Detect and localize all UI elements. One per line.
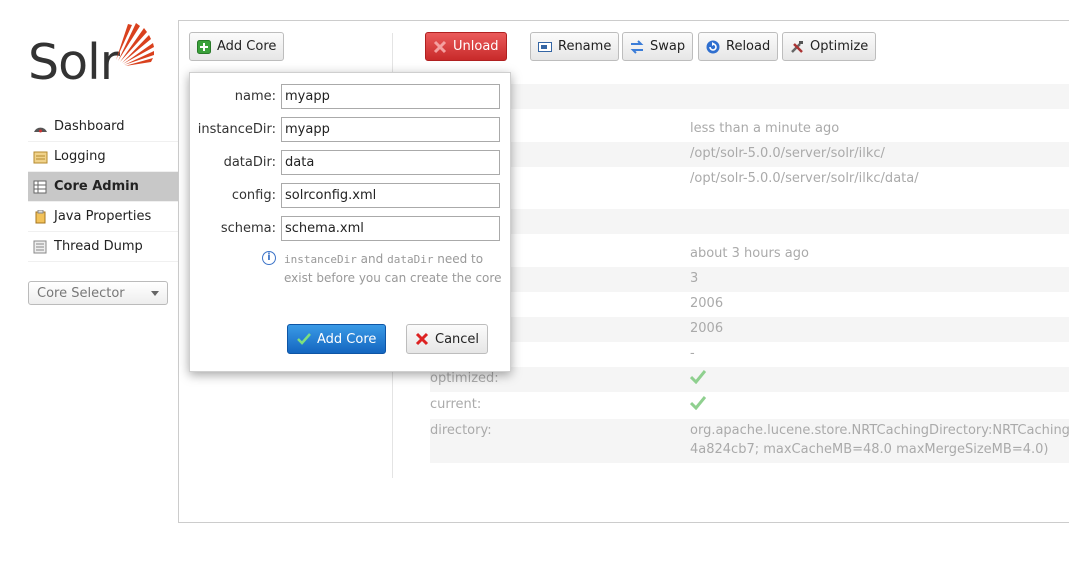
java-properties-icon xyxy=(33,209,48,224)
data-dir-input[interactable] xyxy=(281,150,500,175)
num-docs-value: 2006 xyxy=(690,296,724,311)
version-value: 3 xyxy=(690,271,699,286)
directory-label: directory: xyxy=(430,423,492,438)
tools-icon xyxy=(790,40,804,54)
detail-row-name xyxy=(430,84,1069,109)
sidebar-nav: Dashboard Logging Core Admin Java Proper… xyxy=(28,112,178,262)
detail-row-directory: directory: org.apache.lucene.store.NRTCa… xyxy=(430,419,1069,463)
optimize-button[interactable]: Optimize xyxy=(782,32,877,61)
add-core-submit-label: Add Core xyxy=(317,331,377,347)
instance-dir-value: /opt/solr-5.0.0/server/solr/ilkc/ xyxy=(690,146,885,161)
name-input[interactable] xyxy=(281,84,500,109)
swap-label: Swap xyxy=(650,39,686,54)
sidebar-item-core-admin[interactable]: Core Admin xyxy=(28,172,178,202)
rename-icon xyxy=(538,40,552,54)
config-label: config: xyxy=(231,188,276,203)
hint-code-data-dir: dataDir xyxy=(387,253,434,266)
detail-row-deleted-docs: - xyxy=(430,342,1069,367)
directory-value-line1: org.apache.lucene.store.NRTCachingDirect… xyxy=(690,423,1069,438)
sidebar-item-label: Logging xyxy=(54,149,106,164)
rename-button[interactable]: Rename xyxy=(530,32,620,61)
add-core-button[interactable]: Add Core xyxy=(189,32,285,61)
instance-dir-input[interactable] xyxy=(281,117,500,142)
max-doc-value: 2006 xyxy=(690,321,724,336)
reload-label: Reload xyxy=(726,39,771,54)
logging-icon xyxy=(33,150,48,164)
current-label: current: xyxy=(430,397,482,412)
detail-row-instance-dir: /opt/solr-5.0.0/server/solr/ilkc/ xyxy=(430,142,1069,167)
swap-icon xyxy=(630,39,644,54)
reload-icon xyxy=(706,40,720,54)
optimized-check-icon xyxy=(689,370,707,388)
data-dir-value: /opt/solr-5.0.0/server/solr/ilkc/data/ xyxy=(690,171,919,186)
core-selector-dropdown[interactable]: Core Selector xyxy=(28,281,168,305)
instance-dir-field-row: instanceDir: xyxy=(190,117,512,142)
config-field-row: config: xyxy=(190,183,512,208)
detail-row-optimized: optimized: xyxy=(430,367,1069,392)
thread-dump-icon xyxy=(33,240,48,254)
x-icon xyxy=(433,40,447,54)
checkmark-icon xyxy=(297,332,311,346)
unload-label: Unload xyxy=(453,39,499,54)
deleted-docs-value: - xyxy=(690,346,695,361)
name-field-row: name: xyxy=(190,84,512,109)
unload-button[interactable]: Unload xyxy=(425,32,507,61)
last-modified-value: about 3 hours ago xyxy=(690,246,809,261)
current-check-icon xyxy=(689,396,707,414)
detail-row-start-time: less than a minute ago xyxy=(430,117,1069,142)
hint-text: instanceDir and dataDir need to exist be… xyxy=(284,250,502,288)
hint-code-instance-dir: instanceDir xyxy=(284,253,357,266)
directory-value-line2: 4a824cb7; maxCacheMB=48.0 maxMergeSizeMB… xyxy=(690,442,1049,457)
schema-input[interactable] xyxy=(281,216,500,241)
plus-icon xyxy=(197,39,211,54)
optimize-label: Optimize xyxy=(810,39,869,54)
sidebar-item-logging[interactable]: Logging xyxy=(28,142,178,172)
info-icon: i xyxy=(262,251,276,265)
sidebar-item-label: Dashboard xyxy=(54,119,125,134)
data-dir-label: dataDir: xyxy=(223,155,276,170)
detail-row-max-doc: 2006 xyxy=(430,317,1069,342)
add-core-label: Add Core xyxy=(217,39,277,54)
reload-button[interactable]: Reload xyxy=(698,32,779,61)
sidebar-item-label: Core Admin xyxy=(54,179,139,194)
detail-row-data-dir: /opt/solr-5.0.0/server/solr/ilkc/data/ xyxy=(430,167,1069,192)
detail-row-index-header xyxy=(430,209,1069,234)
dashboard-icon xyxy=(33,120,48,134)
data-dir-field-row: dataDir: xyxy=(190,150,512,175)
add-core-submit-button[interactable]: Add Core xyxy=(287,324,387,354)
detail-row-version: 3 xyxy=(430,267,1069,292)
optimized-label: optimized: xyxy=(430,371,499,386)
sidebar-item-dashboard[interactable]: Dashboard xyxy=(28,112,178,142)
solr-logo[interactable]: Solr xyxy=(28,20,158,91)
sun-icon xyxy=(116,23,154,66)
core-selector-label: Core Selector xyxy=(37,285,125,301)
x-icon xyxy=(415,332,429,346)
add-core-dialog: name: instanceDir: dataDir: config: sche… xyxy=(189,72,511,372)
cancel-label: Cancel xyxy=(435,331,480,347)
sidebar-item-java-properties[interactable]: Java Properties xyxy=(28,202,178,232)
schema-field-row: schema: xyxy=(190,216,512,241)
instance-dir-label: instanceDir: xyxy=(197,122,276,137)
detail-row-current: current: xyxy=(430,393,1069,418)
logo-text: Solr xyxy=(28,34,120,91)
name-label: name: xyxy=(234,89,276,104)
sidebar-item-label: Thread Dump xyxy=(54,239,143,254)
sidebar-item-label: Java Properties xyxy=(54,209,152,224)
directory-hint: i instanceDir and dataDir need to exist … xyxy=(262,250,502,288)
detail-row-num-docs: 2006 xyxy=(430,292,1069,317)
cancel-button[interactable]: Cancel xyxy=(406,324,489,354)
swap-button[interactable]: Swap xyxy=(622,32,694,61)
sidebar-item-thread-dump[interactable]: Thread Dump xyxy=(28,232,178,262)
schema-label: schema: xyxy=(220,221,276,236)
rename-label: Rename xyxy=(558,39,612,54)
detail-row-last-modified: about 3 hours ago xyxy=(430,242,1069,267)
chevron-down-icon xyxy=(151,290,159,296)
start-time-value: less than a minute ago xyxy=(690,121,840,136)
config-input[interactable] xyxy=(281,183,500,208)
hint-and: and xyxy=(356,252,388,266)
core-admin-icon xyxy=(33,180,48,194)
